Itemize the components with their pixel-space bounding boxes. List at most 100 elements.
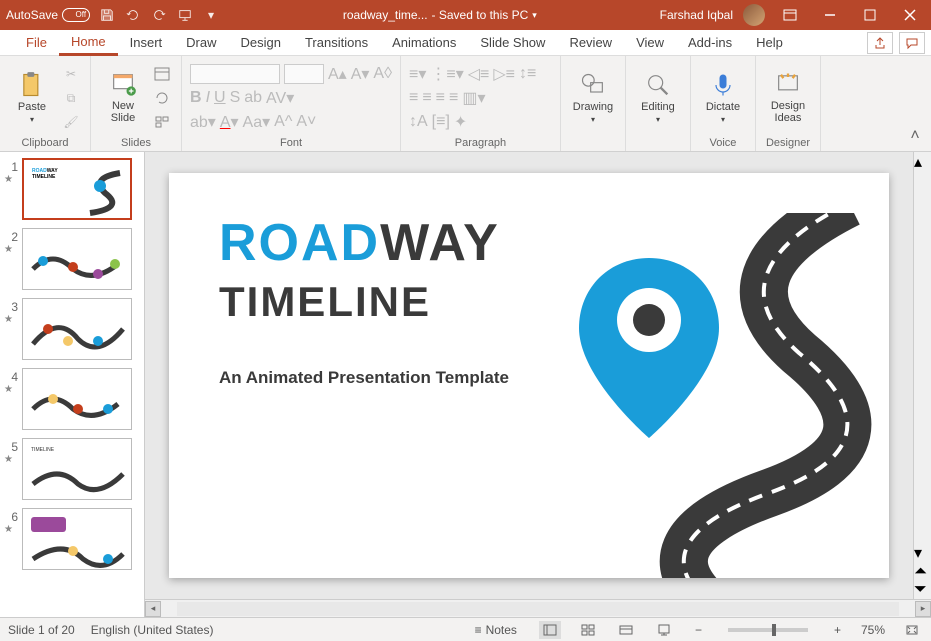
- editing-button[interactable]: Editing▾: [634, 60, 682, 134]
- smartart-icon[interactable]: ✦: [454, 112, 467, 132]
- line-spacing-icon[interactable]: ↕≡: [519, 65, 536, 83]
- strikethrough-button[interactable]: S: [230, 89, 241, 107]
- tab-draw[interactable]: Draw: [174, 31, 228, 54]
- highlight-icon[interactable]: ab▾: [190, 112, 216, 132]
- close-button[interactable]: [895, 0, 925, 30]
- underline-button[interactable]: U: [214, 89, 226, 107]
- save-icon[interactable]: [98, 6, 116, 24]
- justify-icon[interactable]: ≡: [449, 89, 458, 107]
- autosave-toggle[interactable]: AutoSave: [6, 8, 90, 22]
- scroll-right-icon[interactable]: ▸: [915, 601, 931, 617]
- align-center-icon[interactable]: ≡: [422, 89, 431, 107]
- bullets-icon[interactable]: ≡▾: [409, 64, 426, 84]
- share-button[interactable]: [867, 32, 893, 54]
- thumbnail-slide-4[interactable]: 4★: [4, 368, 140, 430]
- slide-thumbnails-panel[interactable]: 1★ ROADWAYTIMELINE 2★ 3★ 4★ 5★ TIMELINE …: [0, 152, 145, 617]
- columns-icon[interactable]: ▥▾: [462, 88, 485, 108]
- text-direction-icon[interactable]: ↕A: [409, 113, 428, 131]
- redo-icon[interactable]: [150, 6, 168, 24]
- username-label[interactable]: Farshad Iqbal: [660, 8, 733, 22]
- format-painter-icon[interactable]: 🖌: [60, 112, 82, 132]
- title-timeline: TIMELINE: [219, 278, 431, 326]
- prev-slide-icon[interactable]: ⏶: [914, 563, 931, 581]
- decrease-font-icon[interactable]: A▾: [351, 64, 370, 84]
- fit-window-icon[interactable]: [901, 621, 923, 639]
- ribbon-display-icon[interactable]: [775, 0, 805, 30]
- tab-insert[interactable]: Insert: [118, 31, 175, 54]
- new-slide-button[interactable]: New Slide: [99, 60, 147, 134]
- clear-format-icon[interactable]: A◊: [373, 65, 392, 83]
- language-status[interactable]: English (United States): [91, 623, 214, 637]
- present-icon[interactable]: [176, 6, 194, 24]
- scroll-left-icon[interactable]: ◂: [145, 601, 161, 617]
- drawing-button[interactable]: Drawing▾: [569, 60, 617, 134]
- tab-slideshow[interactable]: Slide Show: [468, 31, 557, 54]
- bold-button[interactable]: B: [190, 89, 202, 107]
- change-case-icon[interactable]: Aa▾: [243, 112, 271, 132]
- slide-counter[interactable]: Slide 1 of 20: [8, 623, 75, 637]
- align-text-icon[interactable]: [≡]: [432, 113, 450, 131]
- section-icon[interactable]: [151, 112, 173, 132]
- shadow-button[interactable]: ab: [244, 89, 262, 107]
- layout-icon[interactable]: [151, 64, 173, 84]
- numbering-icon[interactable]: ⋮≡▾: [430, 64, 463, 84]
- indent-more-icon[interactable]: ▷≡: [493, 64, 515, 84]
- tab-file[interactable]: File: [14, 31, 59, 54]
- increase-font-icon[interactable]: A▴: [328, 64, 347, 84]
- qat-dropdown-icon[interactable]: ▾: [202, 6, 220, 24]
- tab-home[interactable]: Home: [59, 30, 118, 56]
- reading-view-icon[interactable]: [615, 621, 637, 639]
- next-slide-icon[interactable]: ⏷: [914, 581, 931, 599]
- tab-view[interactable]: View: [624, 31, 676, 54]
- maximize-button[interactable]: [855, 0, 885, 30]
- scroll-up-icon[interactable]: ▴: [914, 152, 931, 172]
- zoom-slider[interactable]: [728, 628, 808, 632]
- char-spacing-icon[interactable]: AV▾: [266, 88, 294, 108]
- notes-button[interactable]: ≡ Notes: [469, 621, 523, 639]
- reset-icon[interactable]: [151, 88, 173, 108]
- undo-icon[interactable]: [124, 6, 142, 24]
- scroll-down-icon[interactable]: ▾: [914, 543, 931, 563]
- thumbnail-slide-2[interactable]: 2★: [4, 228, 140, 290]
- zoom-in-button[interactable]: +: [830, 623, 845, 637]
- group-paragraph-label: Paragraph: [409, 135, 552, 149]
- sorter-view-icon[interactable]: [577, 621, 599, 639]
- align-left-icon[interactable]: ≡: [409, 89, 418, 107]
- copy-icon[interactable]: ⧉: [60, 88, 82, 108]
- design-ideas-button[interactable]: Design Ideas: [764, 60, 812, 134]
- tab-transitions[interactable]: Transitions: [293, 31, 380, 54]
- cut-icon[interactable]: ✂: [60, 64, 82, 84]
- group-font-label: Font: [190, 135, 392, 149]
- slide-canvas[interactable]: ROADWAY TIMELINE An Animated Presentatio…: [169, 173, 889, 578]
- tab-addins[interactable]: Add-ins: [676, 31, 744, 54]
- normal-view-icon[interactable]: [539, 621, 561, 639]
- slideshow-view-icon[interactable]: [653, 621, 675, 639]
- horizontal-scrollbar[interactable]: ◂ ▸: [145, 599, 931, 617]
- vertical-scrollbar[interactable]: ▴ ▾ ⏶ ⏷: [913, 152, 931, 599]
- tab-help[interactable]: Help: [744, 31, 795, 54]
- collapse-ribbon-icon[interactable]: ˄: [905, 126, 925, 146]
- zoom-out-button[interactable]: −: [691, 623, 706, 637]
- font-family-dropdown[interactable]: [190, 64, 280, 84]
- thumbnail-slide-3[interactable]: 3★: [4, 298, 140, 360]
- indent-less-icon[interactable]: ◁≡: [468, 64, 490, 84]
- user-avatar[interactable]: [743, 4, 765, 26]
- font-color-icon[interactable]: A▾: [220, 112, 239, 132]
- thumbnail-slide-1[interactable]: 1★ ROADWAYTIMELINE: [4, 158, 140, 220]
- shrink-font-icon[interactable]: A˅: [296, 113, 316, 131]
- grow-font-icon[interactable]: A^: [274, 113, 292, 131]
- minimize-button[interactable]: [815, 0, 845, 30]
- tab-animations[interactable]: Animations: [380, 31, 468, 54]
- zoom-level[interactable]: 75%: [861, 623, 885, 637]
- paste-button[interactable]: Paste▾: [8, 60, 56, 134]
- comments-button[interactable]: [899, 32, 925, 54]
- font-size-dropdown[interactable]: [284, 64, 324, 84]
- align-right-icon[interactable]: ≡: [436, 89, 445, 107]
- tab-review[interactable]: Review: [557, 31, 624, 54]
- italic-button[interactable]: I: [206, 89, 210, 107]
- dictate-button[interactable]: Dictate▾: [699, 60, 747, 134]
- workspace: 1★ ROADWAYTIMELINE 2★ 3★ 4★ 5★ TIMELINE …: [0, 152, 931, 617]
- thumbnail-slide-5[interactable]: 5★ TIMELINE: [4, 438, 140, 500]
- thumbnail-slide-6[interactable]: 6★: [4, 508, 140, 570]
- tab-design[interactable]: Design: [229, 31, 293, 54]
